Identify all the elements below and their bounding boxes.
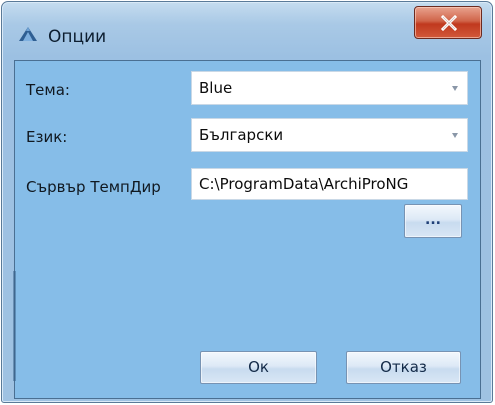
browse-button[interactable]: ... — [404, 204, 462, 238]
options-dialog: Опции Тема: Blue Език: Български Сървър … — [1, 1, 493, 403]
panel-edge-divider — [13, 271, 16, 381]
language-select[interactable]: Български — [191, 118, 468, 152]
cancel-button[interactable]: Отказ — [346, 351, 461, 384]
app-logo-icon — [18, 26, 38, 42]
chevron-down-icon[interactable] — [452, 133, 458, 138]
title-bar[interactable]: Опции — [2, 2, 492, 58]
server-temp-dir-label: Сървър ТемпДир — [26, 178, 161, 196]
theme-select-value: Blue — [199, 79, 233, 97]
theme-select[interactable]: Blue — [191, 71, 468, 105]
close-icon — [440, 15, 458, 31]
language-select-value: Български — [199, 126, 284, 144]
close-button[interactable] — [414, 6, 482, 39]
language-label: Език: — [26, 128, 68, 146]
server-temp-dir-input[interactable]: C:\ProgramData\ArchiProNG — [191, 168, 468, 200]
window-title: Опции — [48, 27, 107, 47]
ok-button[interactable]: Ок — [200, 351, 317, 384]
chevron-down-icon[interactable] — [452, 86, 458, 91]
theme-label: Тема: — [26, 81, 70, 99]
options-panel: Тема: Blue Език: Български Сървър ТемпДи… — [13, 60, 481, 399]
